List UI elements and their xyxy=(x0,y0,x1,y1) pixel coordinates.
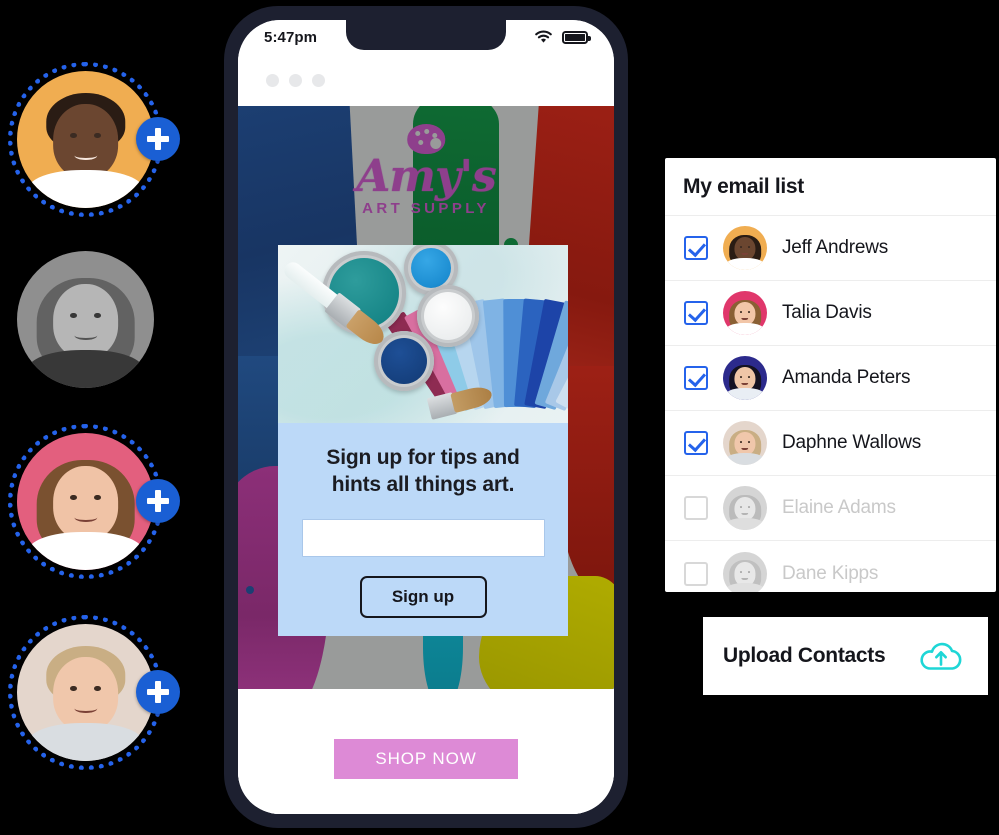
contact-name: Amanda Peters xyxy=(782,367,911,388)
add-contact-plus-icon[interactable] xyxy=(136,117,180,161)
wifi-icon xyxy=(535,30,552,43)
email-list-panel: My email list Jeff Andrews Talia Davis Ama… xyxy=(665,158,996,592)
avatar xyxy=(723,421,767,465)
upload-contacts-label: Upload Contacts xyxy=(723,644,886,667)
avatar xyxy=(723,356,767,400)
avatar-photo xyxy=(17,71,154,208)
screenshot-root: 5:47pm Amy's ART SUPPLY Sign up for tips… xyxy=(0,0,999,835)
contact-name: Elaine Adams xyxy=(782,497,896,518)
table-row[interactable]: Daphne Wallows xyxy=(665,411,996,476)
row-checkbox[interactable] xyxy=(684,301,708,325)
shop-section: SHOP NOW xyxy=(238,689,614,814)
email-input[interactable] xyxy=(301,518,545,557)
avatar xyxy=(723,291,767,335)
avatar-photo xyxy=(17,433,154,570)
table-row[interactable]: Amanda Peters xyxy=(665,346,996,411)
brand-logo: Amy's ART SUPPLY xyxy=(356,124,497,217)
email-list-rows: Jeff Andrews Talia Davis Amanda Peters Daph… xyxy=(665,216,996,592)
brand-tagline: ART SUPPLY xyxy=(362,199,490,217)
upload-contacts-button[interactable]: Upload Contacts xyxy=(703,617,988,695)
row-checkbox[interactable] xyxy=(684,366,708,390)
avatar-column xyxy=(0,0,200,835)
avatar-item-4[interactable] xyxy=(8,615,188,775)
browser-dot-2 xyxy=(289,73,302,87)
signup-card: Sign up for tips and hints all things ar… xyxy=(278,423,568,636)
phone-notch xyxy=(346,20,506,50)
avatar xyxy=(723,551,767,592)
contact-name: Jeff Andrews xyxy=(782,237,889,258)
browser-chrome-bar xyxy=(238,54,614,106)
avatar xyxy=(723,486,767,530)
hero-product-image xyxy=(278,245,568,423)
avatar-item-3[interactable] xyxy=(8,424,188,584)
avatar-item-2[interactable] xyxy=(8,242,188,402)
contact-name: Dane Kipps xyxy=(782,562,879,584)
signup-button[interactable]: Sign up xyxy=(359,575,487,618)
contact-name: Talia Davis xyxy=(782,302,872,323)
avatar-item-1[interactable] xyxy=(8,62,188,222)
website-content: Amy's ART SUPPLY Sign up for tips and hi… xyxy=(238,106,614,814)
phone-screen: 5:47pm Amy's ART SUPPLY Sign up for tips… xyxy=(238,20,614,814)
add-contact-plus-icon[interactable] xyxy=(136,479,180,523)
paint-palette-icon xyxy=(406,124,445,154)
row-checkbox[interactable] xyxy=(684,561,708,586)
table-row[interactable]: Elaine Adams xyxy=(665,476,996,541)
row-checkbox[interactable] xyxy=(684,431,708,455)
browser-dot-3 xyxy=(312,73,325,87)
row-checkbox[interactable] xyxy=(684,236,708,260)
battery-icon xyxy=(562,30,591,44)
signup-heading: Sign up for tips and hints all things ar… xyxy=(326,446,520,496)
avatar xyxy=(723,226,767,270)
avatar-photo xyxy=(17,624,154,761)
avatar-ring xyxy=(8,242,163,397)
table-row[interactable]: Talia Davis xyxy=(665,281,996,346)
shop-now-button[interactable]: SHOP NOW xyxy=(334,739,518,779)
hero-paint-background: Amy's ART SUPPLY Sign up for tips and hi… xyxy=(238,106,614,689)
brand-name: Amy's xyxy=(356,151,497,202)
table-row[interactable]: Jeff Andrews xyxy=(665,216,996,281)
browser-dot-1 xyxy=(266,73,279,87)
email-list-header: My email list xyxy=(665,158,996,216)
phone-mockup: 5:47pm Amy's ART SUPPLY Sign up for tips… xyxy=(224,6,628,828)
table-row[interactable]: Dane Kipps xyxy=(665,541,996,592)
add-contact-plus-icon[interactable] xyxy=(136,670,180,714)
page-title: My email list xyxy=(683,174,804,198)
contact-name: Daphne Wallows xyxy=(782,432,922,453)
status-time: 5:47pm xyxy=(264,28,318,46)
avatar-photo xyxy=(17,251,154,388)
cloud-upload-icon xyxy=(920,642,962,670)
row-checkbox[interactable] xyxy=(684,496,708,520)
